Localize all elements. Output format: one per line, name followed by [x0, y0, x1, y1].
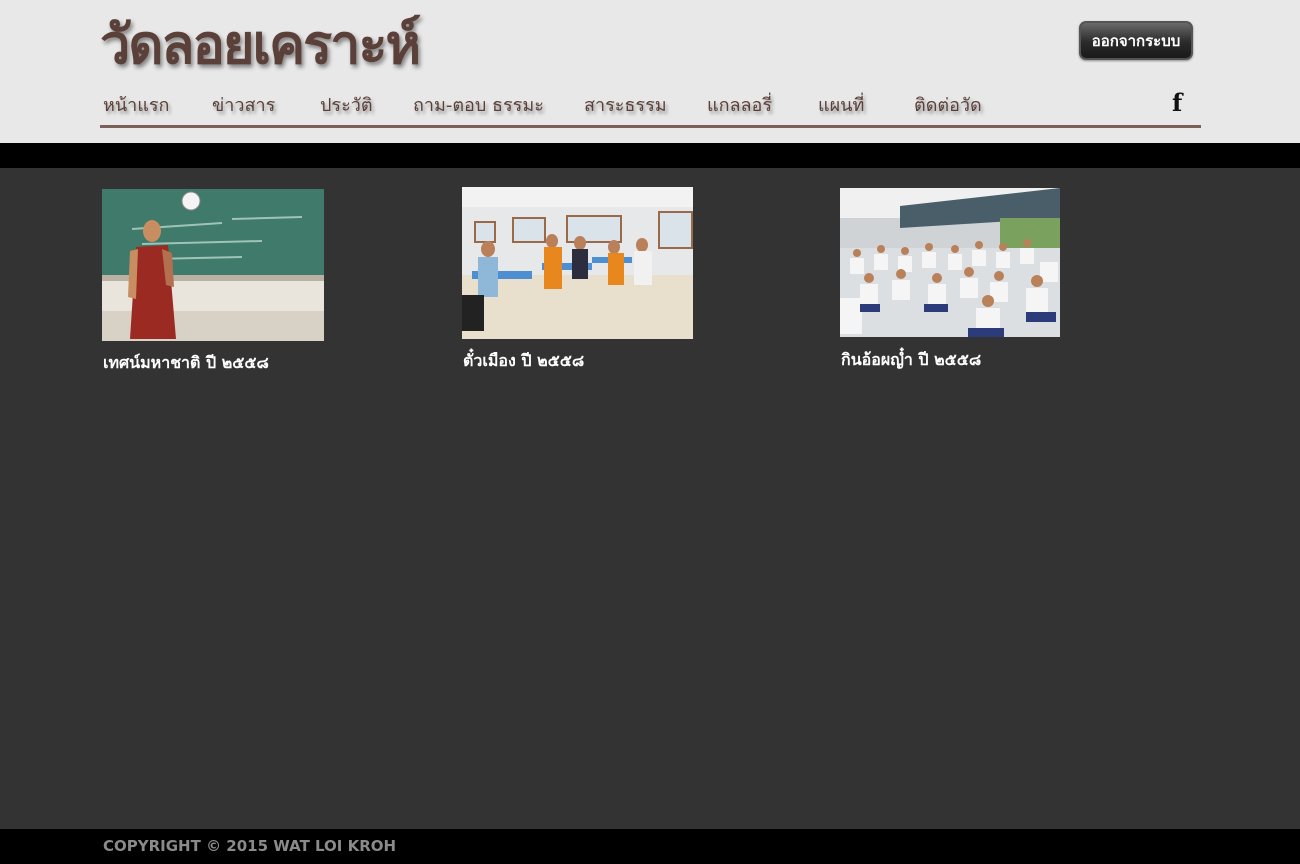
- site-footer: COPYRIGHT © 2015 WAT LOI KROH: [0, 829, 1300, 864]
- nav-item-home[interactable]: หน้าแรก: [103, 90, 169, 119]
- gallery-thumbnail[interactable]: [840, 188, 1060, 337]
- nav-item-qa[interactable]: ถาม-ตอบ ธรรมะ: [413, 90, 544, 119]
- nav-item-contact[interactable]: ติดต่อวัด: [914, 90, 982, 119]
- gallery-caption[interactable]: กินอ้อผญ๋ำ ปี ๒๕๕๘: [841, 348, 981, 373]
- gallery-card[interactable]: กินอ้อผญ๋ำ ปี ๒๕๕๘: [840, 188, 1065, 378]
- nav-item-dharma[interactable]: สาระธรรม: [584, 90, 667, 119]
- header-band: [0, 143, 1300, 168]
- gallery-card[interactable]: ตั๋วเมือง ปี ๒๕๕๘: [462, 187, 697, 377]
- gallery-thumbnail[interactable]: [462, 187, 693, 339]
- site-header: วัดลอยเคราะห์ ออกจากระบบ หน้าแรก ข่าวสาร…: [0, 0, 1300, 143]
- nav-item-map[interactable]: แผนที่: [818, 90, 864, 119]
- gallery-caption[interactable]: ตั๋วเมือง ปี ๒๕๕๘: [463, 349, 584, 374]
- nav-item-gallery[interactable]: แกลลอรี่: [707, 90, 772, 119]
- nav-item-news[interactable]: ข่าวสาร: [212, 90, 275, 119]
- students-hall-photo: [840, 188, 1060, 337]
- monk-teaching-photo: [102, 189, 324, 341]
- classroom-photo: [462, 187, 693, 339]
- gallery-card[interactable]: เทศน์มหาชาติ ปี ๒๕๕๘: [102, 189, 332, 379]
- nav-divider: [100, 125, 1201, 128]
- gallery-thumbnail[interactable]: [102, 189, 324, 341]
- facebook-icon[interactable]: f: [1172, 88, 1192, 117]
- main-nav: หน้าแรก ข่าวสาร ประวัติ ถาม-ตอบ ธรรมะ สา…: [100, 86, 1200, 122]
- copyright-text: COPYRIGHT © 2015 WAT LOI KROH: [103, 837, 397, 855]
- site-title[interactable]: วัดลอยเคราะห์: [100, 12, 421, 78]
- gallery-caption[interactable]: เทศน์มหาชาติ ปี ๒๕๕๘: [103, 351, 269, 376]
- logout-button[interactable]: ออกจากระบบ: [1079, 21, 1193, 60]
- nav-item-history[interactable]: ประวัติ: [320, 90, 373, 119]
